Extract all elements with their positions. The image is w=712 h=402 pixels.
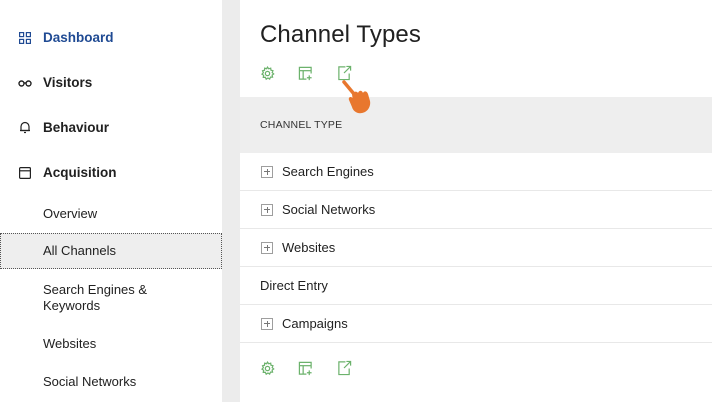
window-icon: [18, 166, 32, 180]
row-label: Campaigns: [282, 316, 348, 331]
nav-label: Visitors: [43, 75, 93, 90]
dashboard-icon: [18, 31, 32, 45]
bottom-toolbar: [258, 359, 378, 379]
export-icon[interactable]: [335, 359, 353, 377]
glasses-icon: [18, 76, 32, 90]
subnav-label: Search Engines & Keywords: [43, 282, 148, 313]
row-label: Social Networks: [282, 202, 376, 217]
expand-icon[interactable]: [261, 165, 273, 178]
table-row[interactable]: Search Engines: [240, 153, 712, 191]
row-label: Search Engines: [282, 164, 374, 179]
table-add-icon[interactable]: [296, 359, 314, 377]
subnav-label: Social Networks: [43, 374, 137, 389]
nav-item-dashboard[interactable]: Dashboard: [0, 15, 222, 60]
nav-item-acquisition[interactable]: Acquisition: [0, 150, 222, 195]
expand-icon[interactable]: [261, 317, 273, 330]
pointer-hand-icon: [340, 80, 380, 120]
sidebar: Dashboard Visitors Behaviour Acquisition…: [0, 0, 222, 402]
table-row[interactable]: Websites: [240, 229, 712, 267]
table-header: CHANNEL TYPE: [240, 97, 712, 153]
settings-icon[interactable]: [258, 64, 276, 82]
subnav-item-social-networks[interactable]: Social Networks: [0, 368, 222, 396]
subnav-item-overview[interactable]: Overview: [0, 200, 222, 228]
subnav-item-websites[interactable]: Websites: [0, 330, 222, 358]
nav-item-visitors[interactable]: Visitors: [0, 60, 222, 105]
subnav-item-all-channels[interactable]: All Channels: [0, 233, 222, 269]
table-row[interactable]: Campaigns: [240, 305, 712, 343]
subnav-label: Overview: [43, 206, 98, 221]
row-label: Direct Entry: [260, 278, 328, 293]
subnav-label: All Channels: [43, 243, 116, 258]
subnav-label: Websites: [43, 336, 97, 351]
nav-label: Acquisition: [43, 165, 117, 180]
column-header-channel-type: CHANNEL TYPE: [260, 119, 343, 131]
sidebar-divider: [222, 0, 240, 402]
subnav-item-search-engines[interactable]: Search Engines & Keywords: [0, 280, 222, 316]
main-panel: Channel Types CHANNEL TYPE Search Engine…: [240, 0, 712, 402]
row-label: Websites: [282, 240, 336, 255]
nav-label: Dashboard: [43, 30, 114, 45]
page-title: Channel Types: [260, 21, 421, 48]
bell-icon: [18, 121, 32, 135]
settings-icon[interactable]: [258, 359, 276, 377]
table-add-icon[interactable]: [296, 64, 314, 82]
table-row[interactable]: Social Networks: [240, 191, 712, 229]
table-row[interactable]: Direct Entry: [240, 267, 712, 305]
expand-icon[interactable]: [261, 203, 273, 216]
nav-item-behaviour[interactable]: Behaviour: [0, 105, 222, 150]
nav-label: Behaviour: [43, 120, 110, 135]
expand-icon[interactable]: [261, 241, 273, 254]
